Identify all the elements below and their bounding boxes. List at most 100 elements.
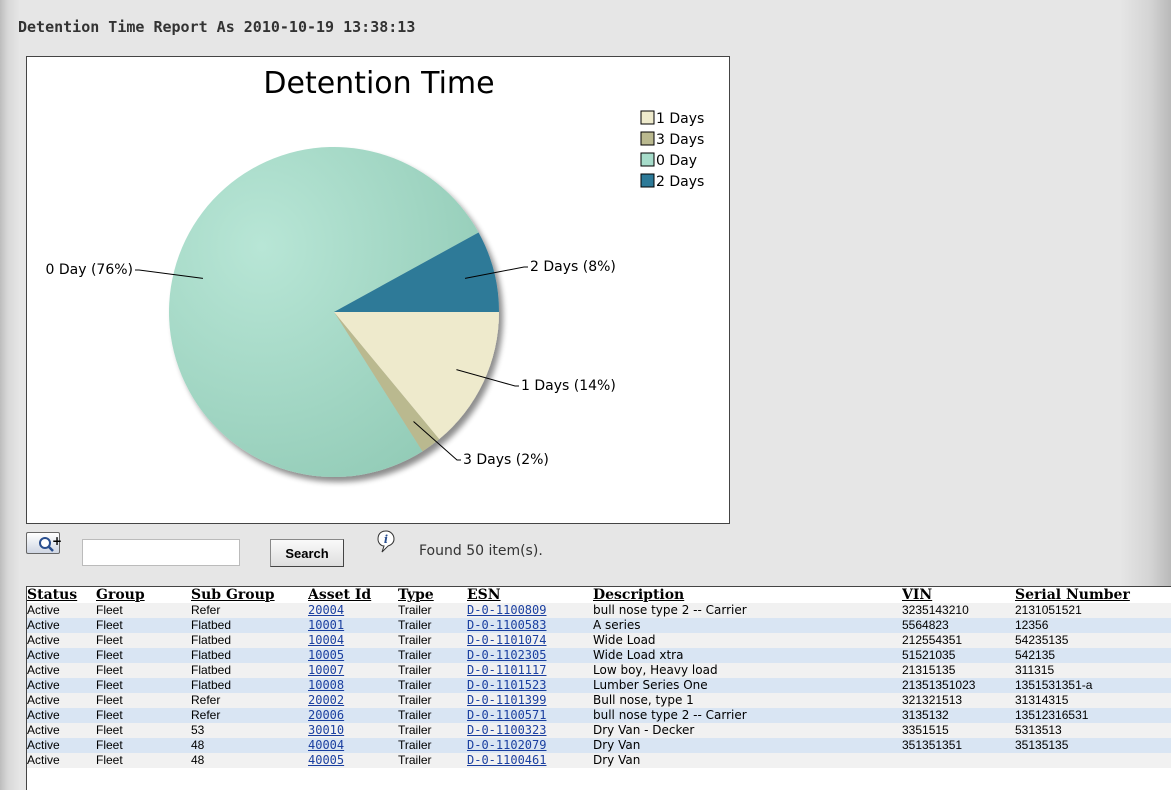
table-cell: Fleet — [96, 723, 191, 738]
column-header-description[interactable]: Description — [593, 587, 902, 603]
asset-id-link[interactable]: 10001 — [308, 618, 344, 632]
table-cell: Active — [27, 618, 96, 633]
table-cell: Trailer — [398, 708, 467, 723]
table-cell: Active — [27, 633, 96, 648]
pie-callout-label: 1 Days (14%) — [521, 378, 616, 394]
table-cell: D-0-1101117 — [467, 663, 593, 678]
table-row[interactable]: Active Fleet Flatbed 10004 Trailer D-0-110107… — [27, 633, 1171, 648]
table-row[interactable]: Active Fleet Refer 20006 Trailer D-0-1100571 b… — [27, 708, 1171, 723]
legend-swatch — [640, 152, 655, 167]
esn-link[interactable]: D-0-1101074 — [467, 633, 546, 647]
table-row[interactable]: Active Fleet Refer 20004 Trailer D-0-1100809 b… — [27, 603, 1171, 618]
esn-link[interactable]: D-0-1100461 — [467, 753, 546, 767]
esn-link[interactable]: D-0-1100571 — [467, 708, 546, 722]
table-row[interactable]: Active Fleet 53 30010 Trailer D-0-1100323 Dry … — [27, 723, 1171, 738]
asset-id-link[interactable]: 30010 — [308, 723, 344, 737]
table-cell: 321321513 — [902, 693, 1015, 708]
esn-link[interactable]: D-0-1101399 — [467, 693, 546, 707]
legend-label: 1 Days — [656, 111, 704, 127]
asset-table: Status Group Sub Group Asset Id Type ESN Descr… — [27, 587, 1171, 768]
table-cell: Dry Van — [593, 738, 902, 753]
legend-swatch — [640, 110, 655, 125]
asset-id-link[interactable]: 20004 — [308, 603, 344, 617]
table-cell: Active — [27, 693, 96, 708]
table-row[interactable]: Active Fleet Flatbed 10008 Trailer D-0-110152… — [27, 678, 1171, 693]
search-input[interactable] — [82, 539, 240, 566]
table-row[interactable]: Active Fleet Refer 20002 Trailer D-0-1101399 B… — [27, 693, 1171, 708]
search-button[interactable]: Search — [270, 539, 344, 567]
info-icon: i — [377, 530, 395, 553]
table-cell — [902, 753, 1015, 768]
column-header-vin[interactable]: VIN — [902, 587, 1015, 603]
table-cell: 48 — [191, 738, 308, 753]
column-header-status[interactable]: Status — [27, 587, 96, 603]
table-cell: Trailer — [398, 603, 467, 618]
table-cell: Dry Van - Decker — [593, 723, 902, 738]
table-cell: Active — [27, 708, 96, 723]
pie-callout-label: 0 Day (76%) — [46, 262, 134, 278]
column-header-asset-id[interactable]: Asset Id — [308, 587, 398, 603]
asset-id-link[interactable]: 10004 — [308, 633, 344, 647]
table-cell: Active — [27, 648, 96, 663]
column-header-type[interactable]: Type — [398, 587, 467, 603]
table-cell: Active — [27, 663, 96, 678]
esn-link[interactable]: D-0-1101523 — [467, 678, 546, 692]
table-cell: 3135132 — [902, 708, 1015, 723]
search-toolbar: + Search i Found 50 item(s). — [26, 530, 666, 570]
table-cell: 20004 — [308, 603, 398, 618]
table-cell: D-0-1100461 — [467, 753, 593, 768]
table-cell: Active — [27, 723, 96, 738]
zoom-in-button[interactable]: + — [26, 532, 62, 554]
table-row[interactable]: Active Fleet Flatbed 10001 Trailer D-0-110058… — [27, 618, 1171, 633]
table-cell: 54235135 — [1015, 633, 1171, 648]
table-cell: 10005 — [308, 648, 398, 663]
table-cell: Trailer — [398, 618, 467, 633]
column-header-serial-number[interactable]: Serial Number — [1015, 587, 1171, 603]
table-cell: Trailer — [398, 633, 467, 648]
table-cell: 542135 — [1015, 648, 1171, 663]
table-cell: Trailer — [398, 723, 467, 738]
esn-link[interactable]: D-0-1100583 — [467, 618, 546, 632]
asset-id-link[interactable]: 20002 — [308, 693, 344, 707]
table-cell: Fleet — [96, 738, 191, 753]
table-cell: 5564823 — [902, 618, 1015, 633]
esn-link[interactable]: D-0-1102305 — [467, 648, 546, 662]
asset-id-link[interactable]: 10008 — [308, 678, 344, 692]
asset-id-link[interactable]: 20006 — [308, 708, 344, 722]
column-header-group[interactable]: Group — [96, 587, 191, 603]
table-cell: Fleet — [96, 678, 191, 693]
table-cell: Active — [27, 753, 96, 768]
table-cell: 10007 — [308, 663, 398, 678]
table-row[interactable]: Active Fleet 48 40005 Trailer D-0-1100461 Dry … — [27, 753, 1171, 768]
table-cell: 311315 — [1015, 663, 1171, 678]
table-cell: 20006 — [308, 708, 398, 723]
table-row[interactable]: Active Fleet 48 40004 Trailer D-0-1102079 Dry … — [27, 738, 1171, 753]
asset-id-link[interactable]: 40004 — [308, 738, 344, 752]
table-cell: Active — [27, 738, 96, 753]
table-cell: 51521035 — [902, 648, 1015, 663]
asset-id-link[interactable]: 10007 — [308, 663, 344, 677]
table-cell: Fleet — [96, 753, 191, 768]
esn-link[interactable]: D-0-1101117 — [467, 663, 546, 677]
column-header-esn[interactable]: ESN — [467, 587, 593, 603]
zoom-in-icon: + — [39, 534, 62, 552]
asset-grid: Status Group Sub Group Asset Id Type ESN Descr… — [26, 586, 1171, 790]
table-cell: Refer — [191, 708, 308, 723]
table-cell: 31314315 — [1015, 693, 1171, 708]
table-cell: Fleet — [96, 633, 191, 648]
esn-link[interactable]: D-0-1100809 — [467, 603, 546, 617]
column-header-sub-group[interactable]: Sub Group — [191, 587, 308, 603]
table-row[interactable]: Active Fleet Flatbed 10005 Trailer D-0-110230… — [27, 648, 1171, 663]
table-cell: Flatbed — [191, 633, 308, 648]
table-cell: 40005 — [308, 753, 398, 768]
table-cell: 21351351023 — [902, 678, 1015, 693]
table-cell — [1015, 753, 1171, 768]
table-cell: Refer — [191, 693, 308, 708]
table-row[interactable]: Active Fleet Flatbed 10007 Trailer D-0-110111… — [27, 663, 1171, 678]
table-cell: Trailer — [398, 663, 467, 678]
esn-link[interactable]: D-0-1100323 — [467, 723, 546, 737]
asset-id-link[interactable]: 40005 — [308, 753, 344, 767]
asset-id-link[interactable]: 10005 — [308, 648, 344, 662]
table-cell: 212554351 — [902, 633, 1015, 648]
esn-link[interactable]: D-0-1102079 — [467, 738, 546, 752]
